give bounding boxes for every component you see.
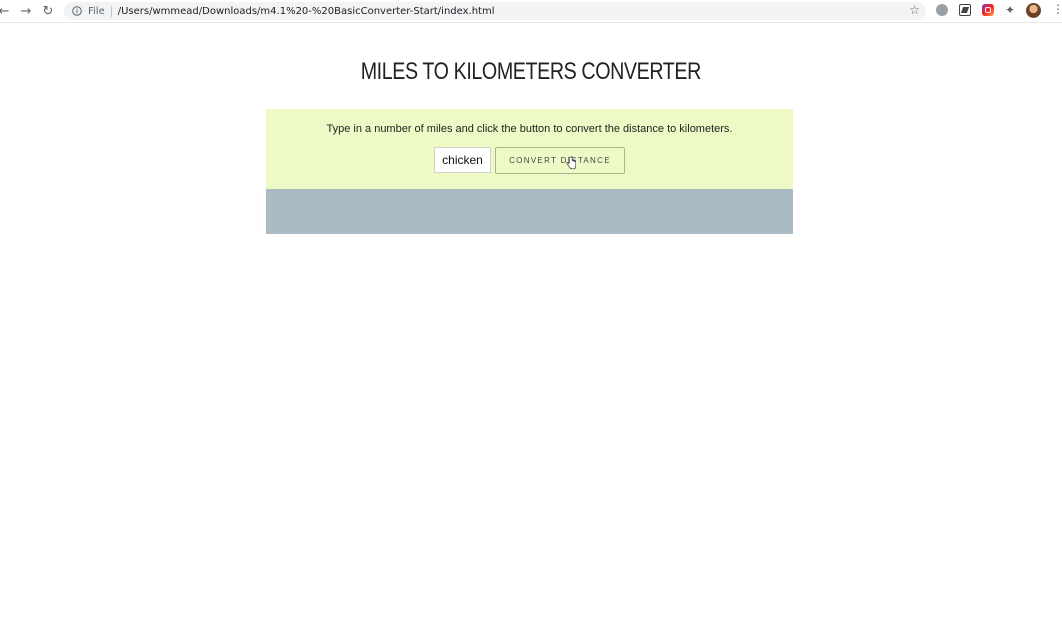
forward-arrow-icon[interactable]: → (16, 1, 36, 21)
page-title: MILES TO KILOMETERS CONVERTER (360, 58, 702, 85)
notion-extension-icon[interactable] (959, 4, 971, 16)
address-bar[interactable]: File /Users/wmmead/Downloads/m4.1%20-%20… (64, 2, 926, 20)
info-icon[interactable] (72, 6, 82, 16)
profile-avatar[interactable] (1026, 3, 1041, 18)
file-scheme-label: File (88, 5, 105, 17)
browser-menu-icon[interactable]: ⋮ (1052, 2, 1062, 16)
instructions-text: Type in a number of miles and click the … (326, 123, 733, 135)
extension-icon[interactable] (936, 4, 948, 16)
result-panel (266, 189, 793, 234)
instagram-extension-icon[interactable] (982, 4, 994, 16)
browser-toolbar: ← → ↻ File /Users/wmmead/Downloads/m4.1%… (0, 0, 1062, 23)
reload-icon[interactable]: ↻ (38, 1, 58, 21)
omnibox-divider (110, 5, 112, 17)
miles-input[interactable] (434, 147, 491, 173)
bookmark-star-icon[interactable]: ☆ (909, 3, 920, 17)
back-arrow-icon[interactable]: ← (0, 1, 14, 21)
hand-pointer-icon (566, 156, 576, 170)
puzzle-extensions-icon[interactable]: ✦ (1004, 4, 1016, 16)
convert-distance-button[interactable]: CONVERT DISTANCE (495, 147, 625, 174)
converter-panel: Type in a number of miles and click the … (266, 109, 793, 189)
url-text[interactable]: /Users/wmmead/Downloads/m4.1%20-%20Basic… (118, 6, 495, 17)
